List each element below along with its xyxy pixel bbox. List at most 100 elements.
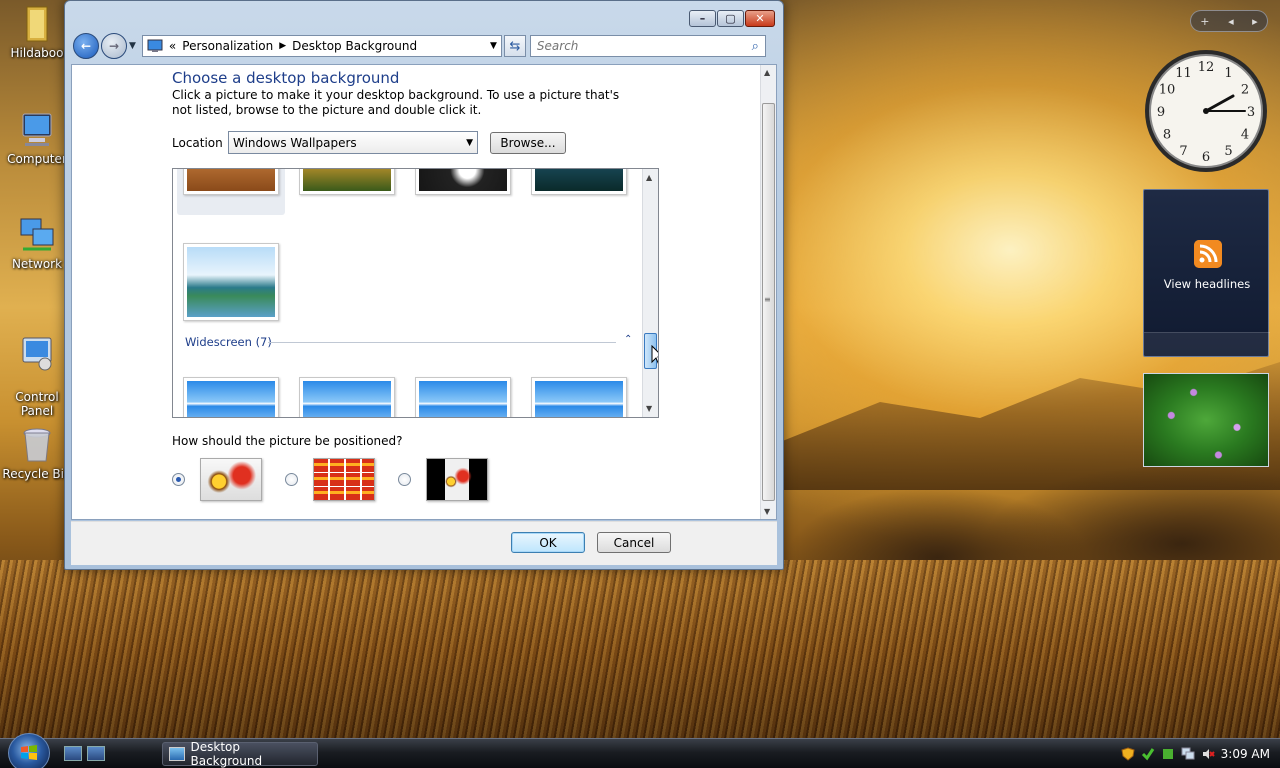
close-button[interactable]: ✕ xyxy=(745,10,775,27)
desktop-icon-control-panel[interactable]: Control Panel xyxy=(2,320,72,418)
control-panel-icon xyxy=(169,747,185,761)
location-label: Location xyxy=(172,136,223,150)
clock-numeral: 5 xyxy=(1224,144,1232,159)
forward-button[interactable]: → xyxy=(101,33,127,59)
volume-muted-icon[interactable] xyxy=(1201,747,1215,761)
chevron-up-icon[interactable]: ⌃ xyxy=(624,334,632,345)
group-header-widescreen[interactable]: Widescreen (7) xyxy=(185,335,272,349)
search-icon[interactable]: ⌕ xyxy=(752,39,759,54)
wallpaper-thumbnail[interactable] xyxy=(415,169,511,195)
location-dropdown[interactable]: Windows Wallpapers ▼ xyxy=(228,131,478,154)
switch-windows-icon[interactable] xyxy=(87,746,105,761)
ok-button[interactable]: OK xyxy=(511,532,585,553)
back-button[interactable]: ← xyxy=(73,33,99,59)
clock-numeral: 2 xyxy=(1241,83,1249,98)
show-desktop-icon[interactable] xyxy=(64,746,82,761)
scroll-down-arrow-icon[interactable]: ▼ xyxy=(646,404,652,413)
scroll-up-arrow-icon[interactable]: ▲ xyxy=(646,173,652,182)
position-radio-tile[interactable] xyxy=(285,473,298,486)
position-radio-center[interactable] xyxy=(398,473,411,486)
wallpaper-grass xyxy=(0,560,1280,740)
desktop-icon-label: Computer xyxy=(7,152,67,166)
group-divider xyxy=(268,342,616,343)
position-radio-fill[interactable] xyxy=(172,473,185,486)
wallpaper-thumbnail[interactable] xyxy=(183,169,279,195)
feed-headlines-gadget[interactable]: View headlines xyxy=(1143,189,1270,357)
browse-button[interactable]: Browse... xyxy=(490,132,566,154)
search-input[interactable] xyxy=(536,39,737,53)
system-tray: 3:09 AM xyxy=(1111,739,1280,768)
desktop-icon-label: Control Panel xyxy=(15,390,59,418)
desktop-icon-network[interactable]: Network xyxy=(2,215,72,271)
folder-icon xyxy=(26,6,48,42)
dialog-footer: OK Cancel xyxy=(71,521,777,565)
clock-numeral: 3 xyxy=(1247,105,1255,120)
chevron-down-icon[interactable]: ▼ xyxy=(490,41,497,51)
network-icon xyxy=(20,218,54,251)
wallpaper-thumbnail[interactable] xyxy=(299,377,395,417)
security-shield-icon[interactable] xyxy=(1121,747,1135,761)
breadcrumb-desktop-background[interactable]: Desktop Background xyxy=(292,39,417,53)
clock-numeral: 7 xyxy=(1179,144,1187,159)
desktop-icon-label: Hildaboo xyxy=(10,46,64,60)
scroll-grip-icon: ≡ xyxy=(764,295,771,304)
clock-numeral: 10 xyxy=(1159,83,1176,98)
start-button[interactable] xyxy=(8,733,50,768)
next-icon[interactable]: ▸ xyxy=(1252,15,1258,28)
recent-pages-dropdown[interactable]: ▼ xyxy=(129,41,136,51)
desktop-background-window: – ▢ ✕ ← → ▼ « Personalization ▶ Desktop … xyxy=(64,0,784,570)
windows-logo-icon xyxy=(21,745,37,760)
slideshow-gadget[interactable] xyxy=(1143,373,1269,467)
network-status-icon[interactable] xyxy=(1181,747,1195,761)
desktop-icon-label: Network xyxy=(11,257,63,271)
wallpaper-thumbnail[interactable] xyxy=(299,169,395,195)
chevron-right-icon[interactable]: ▶ xyxy=(279,41,286,51)
wallpaper-thumbnail[interactable] xyxy=(531,377,627,417)
address-bar[interactable]: « Personalization ▶ Desktop Background ▼ xyxy=(141,35,502,57)
navigation-bar: ← → ▼ « Personalization ▶ Desktop Backgr… xyxy=(73,32,775,60)
chevron-down-icon: ▼ xyxy=(466,137,473,148)
clock-numeral: 4 xyxy=(1241,128,1249,143)
view-headlines-link[interactable]: View headlines xyxy=(1144,277,1270,291)
location-value: Windows Wallpapers xyxy=(233,135,357,150)
taskbar: Desktop Background 3:09 AM xyxy=(0,733,1280,768)
wallpaper-thumbnail[interactable] xyxy=(183,377,279,417)
wallpaper-thumbnail[interactable] xyxy=(415,377,511,417)
position-preview-center[interactable] xyxy=(426,458,488,501)
clock-gadget[interactable]: 12 12 3 45678 9 10 11 xyxy=(1143,48,1269,174)
position-preview-fill[interactable] xyxy=(200,458,262,501)
desktop-icon-computer[interactable]: Computer xyxy=(2,110,72,166)
control-panel-icon xyxy=(22,337,52,371)
taskbar-button-label: Desktop Background xyxy=(190,740,263,768)
system-clock[interactable]: 3:09 AM xyxy=(1221,747,1270,761)
clock-numeral: 12 xyxy=(1198,60,1215,75)
wallpaper-thumbnail[interactable] xyxy=(183,243,279,321)
refresh-button[interactable]: ⇆ xyxy=(503,35,526,57)
checkmark-icon[interactable] xyxy=(1141,747,1155,761)
maximize-button[interactable]: ▢ xyxy=(717,10,744,27)
window-controls: – ▢ ✕ xyxy=(689,10,775,27)
clock-numeral: 11 xyxy=(1175,66,1192,81)
breadcrumb-overflow[interactable]: « xyxy=(169,39,176,53)
breadcrumb-personalization[interactable]: Personalization xyxy=(182,39,273,53)
gallery-scrollbar[interactable]: ▲ ▼ xyxy=(642,169,658,417)
content-scrollbar[interactable]: ▲ ≡ ▼ xyxy=(760,65,776,519)
desktop-icon-recycle-bin[interactable]: Recycle Bin xyxy=(2,425,72,481)
add-gadget-icon[interactable]: + xyxy=(1200,15,1209,28)
previous-icon[interactable]: ◂ xyxy=(1228,15,1234,28)
cancel-button[interactable]: Cancel xyxy=(597,532,671,553)
clock-numeral: 6 xyxy=(1202,150,1210,165)
wallpaper-thumbnail[interactable] xyxy=(531,169,627,195)
feed-footer-bar xyxy=(1144,332,1270,356)
control-panel-icon xyxy=(147,39,163,52)
position-preview-tile[interactable] xyxy=(313,458,375,501)
minimize-button[interactable]: – xyxy=(689,10,716,27)
desktop-icon-user-folder[interactable]: Hildaboo xyxy=(2,4,72,60)
clock-numeral: 8 xyxy=(1163,128,1171,143)
clock-numeral: 1 xyxy=(1224,66,1232,81)
scroll-up-arrow-icon[interactable]: ▲ xyxy=(764,68,770,77)
taskbar-button-desktop-background[interactable]: Desktop Background xyxy=(162,740,318,768)
sync-icon[interactable] xyxy=(1161,747,1175,761)
sidebar-controls: + ◂ ▸ xyxy=(1190,10,1268,32)
scroll-down-arrow-icon[interactable]: ▼ xyxy=(764,507,770,516)
